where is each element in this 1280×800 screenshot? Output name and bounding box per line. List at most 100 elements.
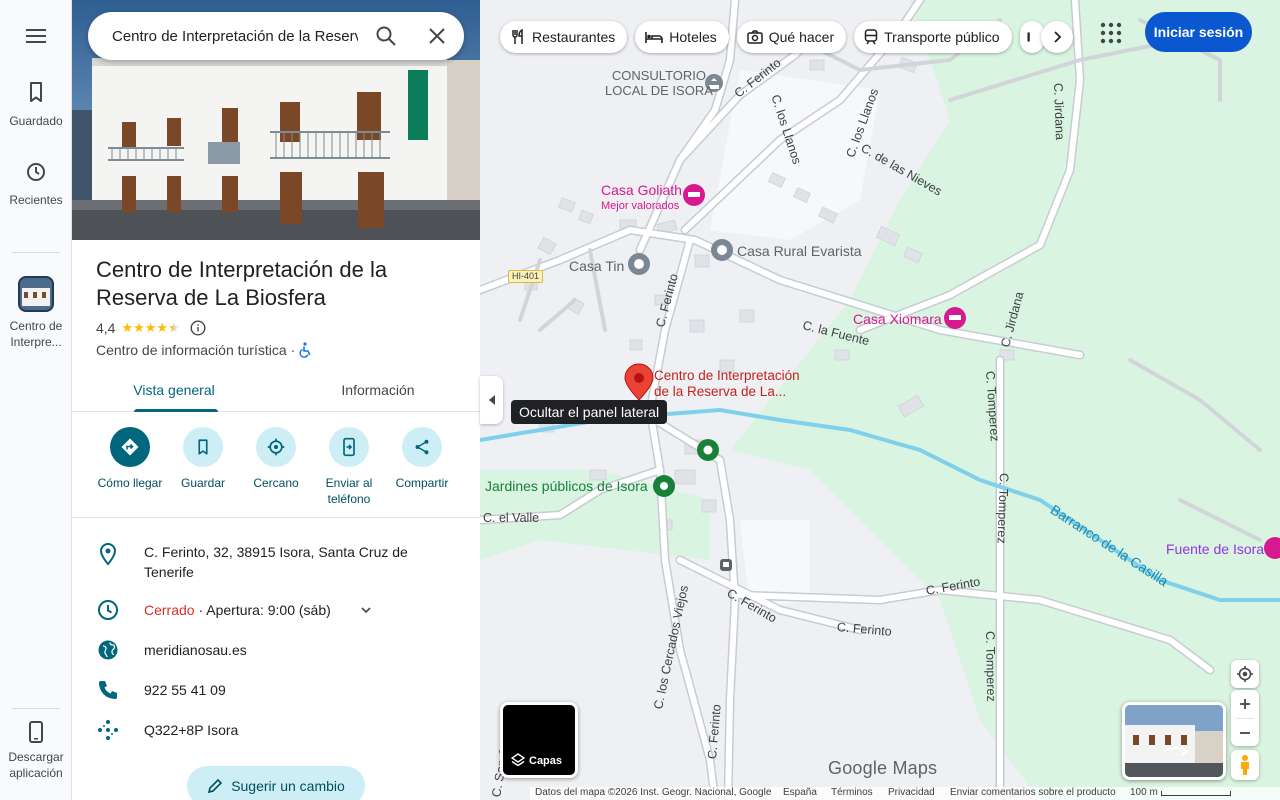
save-label: Guardar bbox=[180, 476, 226, 490]
map-label-fuente[interactable]: Fuente de Isora bbox=[1166, 542, 1264, 557]
street-view-image bbox=[1125, 705, 1223, 777]
close-icon[interactable] bbox=[425, 24, 449, 48]
chevron-down-icon[interactable] bbox=[360, 604, 372, 616]
bookmark-icon bbox=[198, 439, 208, 455]
zoom-out-button[interactable] bbox=[1239, 719, 1251, 746]
street-label-jirdana-north: C. Jirdana bbox=[1051, 82, 1067, 141]
scale-bar bbox=[1161, 791, 1231, 796]
map-label-consultorio[interactable]: CONSULTORIO LOCAL DE ISORA bbox=[605, 68, 713, 98]
nearby-label: Cercano bbox=[253, 476, 299, 490]
footer-country[interactable]: España bbox=[783, 787, 817, 798]
footer-scale[interactable]: 100 m bbox=[1130, 787, 1158, 798]
street-label-el-valle: C. el Valle bbox=[483, 511, 540, 525]
recent-button[interactable]: Recientes bbox=[0, 160, 72, 208]
zoom-controls bbox=[1231, 690, 1259, 746]
highway-shield: HI-401 bbox=[508, 270, 544, 283]
save-button[interactable]: Guardar bbox=[167, 424, 239, 491]
category-chips: Restaurantes Hoteles Qué hacer Transport… bbox=[500, 21, 1044, 53]
chip-things-to-do-label: Qué hacer bbox=[768, 29, 835, 45]
search-box bbox=[88, 12, 464, 60]
website-link: meridianosau.es bbox=[144, 642, 247, 658]
category-separator: · bbox=[290, 342, 296, 358]
rating-stars[interactable]: ★★★★★ bbox=[121, 320, 179, 336]
place-tabs: Vista general Información bbox=[72, 370, 480, 412]
history-icon bbox=[27, 163, 45, 181]
map-label-selected-line2[interactable]: de la Reserva de La... bbox=[654, 384, 786, 399]
street-view-thumbnail[interactable] bbox=[1122, 702, 1226, 780]
apps-grid-icon[interactable] bbox=[1098, 20, 1124, 46]
wheelchair-icon bbox=[299, 342, 311, 358]
restaurant-icon bbox=[512, 29, 523, 44]
info-icon[interactable] bbox=[190, 320, 206, 336]
suggest-edit-button[interactable]: Sugerir un cambio bbox=[187, 766, 365, 800]
map-label-jardines[interactable]: Jardines públicos de Isora bbox=[485, 479, 648, 494]
nearby-button[interactable]: Cercano bbox=[240, 424, 312, 491]
chip-hotels-label: Hoteles bbox=[669, 29, 717, 45]
download-label: Descargar aplicación bbox=[8, 750, 64, 780]
pegman-button[interactable] bbox=[1231, 750, 1259, 780]
map-label-casa-goliath-badge: Mejor valorados bbox=[601, 200, 680, 212]
collapse-panel-button[interactable] bbox=[480, 376, 503, 424]
bookmark-icon bbox=[30, 82, 42, 102]
my-location-icon bbox=[1237, 666, 1253, 682]
send-to-phone-button[interactable]: Enviar al teléfono bbox=[313, 424, 385, 507]
footer-feedback[interactable]: Enviar comentarios sobre el producto bbox=[950, 787, 1116, 798]
phone-call-icon bbox=[99, 681, 117, 699]
minus-icon bbox=[1240, 731, 1250, 734]
google-maps-logo: Google Maps bbox=[828, 758, 938, 778]
chip-partial-icon bbox=[1027, 32, 1030, 42]
chevron-right-icon bbox=[1054, 31, 1062, 43]
clock-icon bbox=[98, 600, 118, 620]
chip-transit[interactable]: Transporte público bbox=[854, 21, 1012, 53]
place-title: Centro de Interpretación de la Reserva d… bbox=[96, 257, 388, 310]
layers-button[interactable]: Capas bbox=[500, 702, 578, 778]
map-label-casa-tin[interactable]: Casa Tin bbox=[569, 259, 624, 274]
place-category[interactable]: Centro de información turística bbox=[96, 342, 287, 358]
recent-place-label: Centro de Interpre... bbox=[9, 319, 63, 349]
chip-things-to-do[interactable]: Qué hacer bbox=[736, 21, 847, 53]
saved-button[interactable]: Guardado bbox=[0, 80, 72, 129]
layers-label: Capas bbox=[529, 755, 563, 767]
send-to-phone-icon bbox=[343, 437, 355, 457]
map-label-casa-xiomara[interactable]: Casa Xiomara bbox=[853, 312, 942, 327]
footer-privacy[interactable]: Privacidad bbox=[888, 787, 935, 798]
download-app-button[interactable]: Descargar aplicación bbox=[0, 720, 72, 781]
chip-partial[interactable] bbox=[1019, 21, 1044, 53]
map-label-casa-goliath[interactable]: Casa Goliath bbox=[601, 183, 682, 198]
directions-label: Cómo llegar bbox=[97, 476, 163, 490]
rating-value: 4,4 bbox=[96, 320, 116, 336]
directions-button[interactable]: Cómo llegar bbox=[94, 424, 166, 491]
zoom-in-button[interactable] bbox=[1239, 690, 1251, 718]
share-button[interactable]: Compartir bbox=[386, 424, 458, 491]
tab-info[interactable]: Información bbox=[276, 370, 480, 411]
search-input[interactable] bbox=[112, 27, 358, 45]
search-icon[interactable] bbox=[374, 24, 398, 48]
transit-icon bbox=[864, 29, 878, 45]
sign-in-button[interactable]: Iniciar sesión bbox=[1145, 12, 1252, 52]
map-label-selected-line1[interactable]: Centro de Interpretación bbox=[654, 368, 800, 383]
nearby-icon bbox=[267, 438, 285, 456]
tab-overview[interactable]: Vista general bbox=[72, 370, 276, 412]
phone-icon bbox=[29, 721, 43, 743]
plus-code-icon bbox=[98, 720, 118, 740]
menu-button[interactable] bbox=[0, 26, 72, 46]
footer-terms[interactable]: Términos bbox=[831, 787, 873, 798]
hamburger-menu-icon bbox=[26, 29, 46, 43]
hours-text: · Apertura: 9:00 (sáb) bbox=[194, 602, 331, 618]
rail-divider bbox=[12, 252, 60, 253]
recent-label: Recientes bbox=[9, 193, 63, 207]
my-location-button[interactable] bbox=[1231, 660, 1259, 688]
recent-place-button[interactable]: Centro de Interpre... bbox=[0, 276, 72, 350]
chip-restaurants[interactable]: Restaurantes bbox=[500, 21, 628, 53]
footer-map-data[interactable]: Datos del mapa ©2026 Inst. Geogr. Nacion… bbox=[535, 787, 771, 798]
share-label: Compartir bbox=[395, 476, 449, 490]
chip-hotels[interactable]: Hoteles bbox=[635, 21, 729, 53]
pegman-icon bbox=[1241, 755, 1249, 775]
street-label-tomperez-2: C. Tomperez bbox=[994, 472, 1011, 544]
rail-divider-bottom bbox=[12, 708, 60, 709]
action-buttons: Cómo llegar Guardar Cercano Enviar al te… bbox=[72, 424, 480, 518]
chips-scroll-right-button[interactable] bbox=[1041, 21, 1073, 53]
address-text: C. Ferinto, 32, 38915 Isora, Santa Cruz … bbox=[144, 544, 408, 580]
map-label-casa-rural[interactable]: Casa Rural Evarista bbox=[737, 244, 862, 259]
suggest-edit-label: Sugerir un cambio bbox=[231, 778, 345, 794]
